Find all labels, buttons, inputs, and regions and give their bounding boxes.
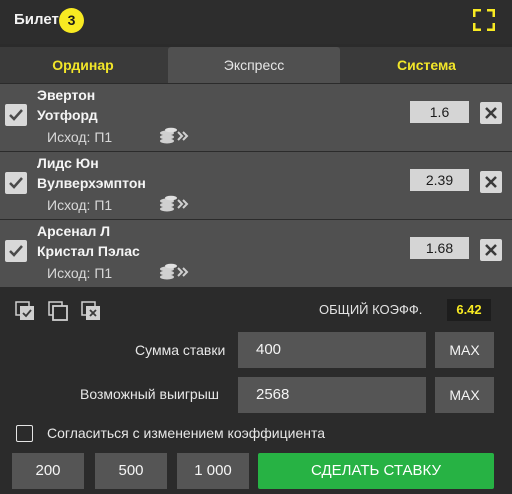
- select-all-icon[interactable]: [15, 301, 35, 321]
- agree-label: Согласиться с изменением коэффициента: [47, 425, 326, 441]
- agree-checkbox[interactable]: [16, 425, 33, 442]
- bet-outcome: Исход: П1: [47, 129, 113, 145]
- bet-outcome: Исход: П1: [47, 265, 113, 281]
- delete-all-icon[interactable]: [81, 301, 101, 321]
- home-team: Лидс Юн: [37, 155, 99, 171]
- bet-row: Лидс Юн Вулверхэмптон Исход: П1 2.39: [0, 152, 512, 219]
- bet-odds: 1.68: [410, 237, 469, 259]
- bet-checkbox[interactable]: [5, 104, 27, 126]
- ticket-count-badge: 3: [59, 8, 84, 33]
- win-input[interactable]: 2568: [238, 377, 426, 413]
- home-team: Арсенал Л: [37, 223, 111, 239]
- stake-label: Сумма ставки: [135, 342, 226, 358]
- tab-system[interactable]: Система: [341, 47, 512, 83]
- bet-row: Арсенал Л Кристал Пэлас Исход: П1 1.68: [0, 220, 512, 287]
- bet-checkbox[interactable]: [5, 240, 27, 262]
- ticket-title: Билет: [14, 11, 59, 28]
- preset-button[interactable]: 1 000: [177, 453, 249, 489]
- coins-icon[interactable]: [158, 195, 190, 213]
- win-label: Возможный выигрыш: [80, 386, 220, 402]
- ticket-header: Билет 3: [0, 0, 512, 44]
- bet-odds: 2.39: [410, 169, 469, 191]
- bet-type-tabs: Ординар Экспресс Система: [0, 47, 512, 83]
- expand-icon[interactable]: [473, 9, 495, 31]
- stake-max-button[interactable]: MAX: [435, 332, 494, 368]
- stake-input[interactable]: 400: [238, 332, 426, 368]
- close-icon[interactable]: [480, 239, 502, 261]
- place-bet-button[interactable]: СДЕЛАТЬ СТАВКУ: [258, 453, 494, 489]
- coins-icon[interactable]: [158, 127, 190, 145]
- copy-icon[interactable]: [48, 301, 68, 321]
- away-team: Вулверхэмптон: [37, 175, 146, 191]
- bet-outcome: Исход: П1: [47, 197, 113, 213]
- bet-odds: 1.6: [410, 101, 469, 123]
- away-team: Уотфорд: [37, 107, 98, 123]
- total-odds-value: 6.42: [447, 299, 491, 321]
- home-team: Эвертон: [37, 87, 96, 103]
- bet-checkbox[interactable]: [5, 172, 27, 194]
- away-team: Кристал Пэлас: [37, 243, 140, 259]
- tab-express[interactable]: Экспресс: [168, 47, 340, 83]
- tab-single[interactable]: Ординар: [0, 47, 166, 83]
- preset-button[interactable]: 200: [12, 453, 84, 489]
- total-odds-label: ОБЩИЙ КОЭФФ.: [319, 302, 423, 317]
- win-max-button[interactable]: MAX: [435, 377, 494, 413]
- preset-button[interactable]: 500: [95, 453, 167, 489]
- coins-icon[interactable]: [158, 263, 190, 281]
- bet-row: Эвертон Уотфорд Исход: П1 1.6: [0, 84, 512, 151]
- close-icon[interactable]: [480, 171, 502, 193]
- close-icon[interactable]: [480, 102, 502, 124]
